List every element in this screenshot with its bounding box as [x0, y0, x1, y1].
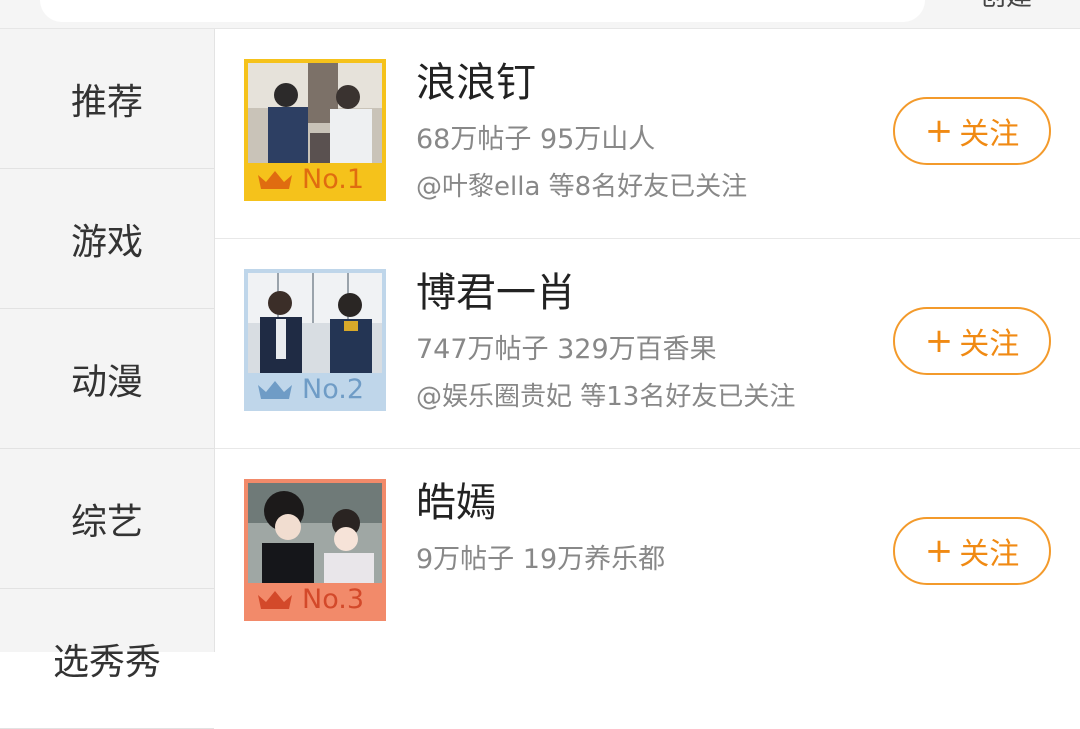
- rank-badge: No.3: [248, 583, 382, 617]
- sidebar-item-talent[interactable]: 选秀秀: [0, 589, 214, 729]
- category-sidebar: 推荐 游戏 动漫 综艺 选秀秀: [0, 29, 215, 729]
- rank-badge: No.2: [248, 373, 382, 407]
- sidebar-item-variety[interactable]: 综艺: [0, 449, 214, 589]
- plus-icon: +: [924, 531, 954, 571]
- cover-image: [248, 273, 382, 381]
- sidebar-item-games[interactable]: 游戏: [0, 169, 214, 309]
- topic-name[interactable]: 浪浪钉: [416, 59, 536, 107]
- follow-label: 关注: [959, 327, 1020, 362]
- list-item[interactable]: No.3 皓嫣 9万帖子 19万养乐都 + 关注: [215, 449, 1080, 659]
- rank-badge: No.1: [248, 163, 382, 197]
- topic-list: No.1 浪浪钉 68万帖子 95万山人 @叶黎ella 等8名好友已关注 + …: [215, 29, 1080, 652]
- friends-followed: @娱乐圈贵妃 等13名好友已关注: [416, 382, 796, 412]
- follow-label: 关注: [959, 537, 1020, 572]
- crown-icon: [258, 591, 292, 609]
- topic-cover[interactable]: No.3: [244, 479, 386, 621]
- topic-stats: 747万帖子 329万百香果: [416, 334, 717, 365]
- sidebar-item-label: 综艺: [70, 501, 143, 543]
- crown-icon: [258, 171, 292, 189]
- crown-icon: [258, 381, 292, 399]
- topic-name[interactable]: 皓嫣: [416, 479, 496, 527]
- create-button[interactable]: 创建: [980, 0, 1032, 12]
- sidebar-item-recommend[interactable]: 推荐: [0, 29, 214, 169]
- topic-cover[interactable]: No.2: [244, 269, 386, 411]
- rank-label: No.3: [302, 584, 365, 615]
- rank-label: No.2: [302, 374, 365, 405]
- cover-image: [248, 483, 382, 591]
- topic-stats: 9万帖子 19万养乐都: [416, 544, 666, 575]
- topic-name[interactable]: 博君一肖: [416, 269, 576, 317]
- rank-label: No.1: [302, 164, 365, 195]
- friends-followed: @叶黎ella 等8名好友已关注: [416, 172, 748, 202]
- plus-icon: +: [924, 321, 954, 361]
- follow-button[interactable]: + 关注: [893, 307, 1051, 375]
- top-bar: 创建: [0, 0, 1080, 29]
- sidebar-item-anime[interactable]: 动漫: [0, 309, 214, 449]
- sidebar-item-label: 推荐: [70, 81, 143, 123]
- follow-label: 关注: [959, 117, 1020, 152]
- search-input[interactable]: [40, 0, 925, 22]
- list-item[interactable]: No.2 博君一肖 747万帖子 329万百香果 @娱乐圈贵妃 等13名好友已关…: [215, 239, 1080, 449]
- cover-image: [248, 63, 382, 171]
- sidebar-item-label: 游戏: [70, 221, 143, 263]
- plus-icon: +: [924, 111, 954, 151]
- sidebar-item-label: 选秀秀: [52, 642, 161, 683]
- follow-button[interactable]: + 关注: [893, 517, 1051, 585]
- follow-button[interactable]: + 关注: [893, 97, 1051, 165]
- list-item[interactable]: No.1 浪浪钉 68万帖子 95万山人 @叶黎ella 等8名好友已关注 + …: [215, 29, 1080, 239]
- topic-cover[interactable]: No.1: [244, 59, 386, 201]
- sidebar-item-label: 动漫: [70, 361, 143, 403]
- topic-stats: 68万帖子 95万山人: [416, 124, 656, 155]
